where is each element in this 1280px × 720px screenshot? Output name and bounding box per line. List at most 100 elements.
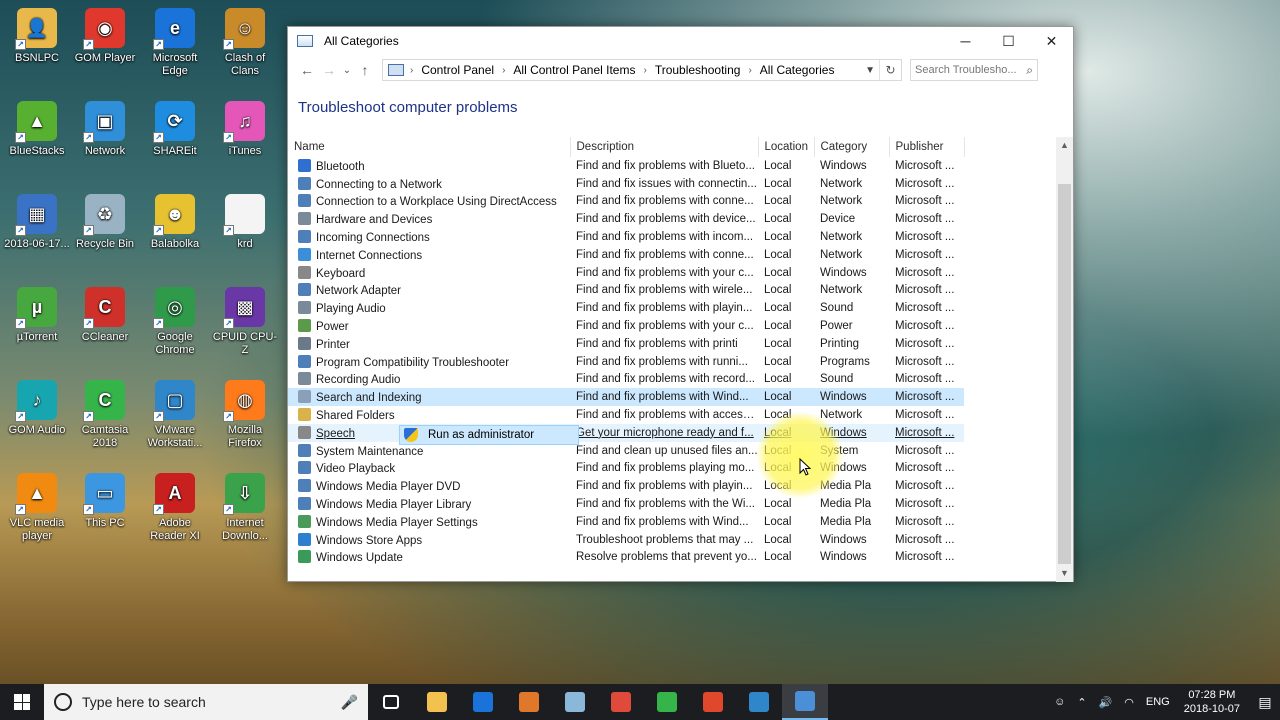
refresh-icon[interactable]: ↻	[879, 60, 901, 80]
desktop-icon[interactable]: ▦ ↗ 2018-06-17...	[2, 194, 72, 251]
chevron-up-icon[interactable]: ⌃	[1077, 696, 1086, 709]
language-indicator[interactable]: ENG	[1146, 696, 1170, 708]
table-row[interactable]: Hardware and Devices Find and fix problem…	[288, 210, 964, 228]
taskbar-app-pen-app[interactable]	[552, 684, 598, 720]
window-title: All Categories	[324, 34, 399, 48]
volume-icon[interactable]: 🔊	[1099, 696, 1113, 709]
column-header-location[interactable]: Location	[758, 137, 815, 157]
taskbar-app-vmware[interactable]	[736, 684, 782, 720]
taskbar-app-task-view[interactable]	[368, 684, 414, 720]
desktop-icon[interactable]: ◎ ↗ Google Chrome	[140, 287, 210, 357]
back-arrow-icon[interactable]: ←	[296, 62, 318, 78]
taskbar-app-edge[interactable]	[460, 684, 506, 720]
table-row[interactable]: Power Find and fix problems with your c..…	[288, 317, 964, 335]
run-as-administrator-menu-item[interactable]: Run as administrator	[399, 425, 579, 445]
people-icon[interactable]: ☺	[1054, 696, 1065, 708]
desktop-icon[interactable]: ⟳ ↗ SHAREit	[140, 101, 210, 158]
table-row[interactable]: Video Playback Find and fix problems play…	[288, 460, 964, 478]
desktop-icon[interactable]: C ↗ Camtasia 2018	[70, 380, 140, 450]
microphone-icon[interactable]: 🎤	[341, 694, 358, 711]
breadcrumb-control-panel[interactable]: Control Panel	[421, 63, 494, 77]
column-header-name[interactable]: Name	[288, 137, 571, 157]
table-row[interactable]: Connection to a Workplace Using DirectAc…	[288, 193, 964, 211]
desktop-icon[interactable]: ☺ ↗ Clash of Clans	[210, 8, 280, 78]
taskbar-app-camtasia-recorder[interactable]	[690, 684, 736, 720]
breadcrumb-troubleshooting[interactable]: Troubleshooting	[655, 63, 741, 77]
chevron-right-icon[interactable]: ›	[643, 65, 646, 76]
desktop-icon[interactable]: ▣ ↗ Network	[70, 101, 140, 158]
desktop-icon[interactable]: ▢ ↗ VMware Workstati...	[140, 380, 210, 450]
breadcrumb-all-items[interactable]: All Control Panel Items	[513, 63, 635, 77]
desktop-icon[interactable]: ▩ ↗ CPUID CPU-Z	[210, 287, 280, 357]
desktop-icon[interactable]: µ ↗ µTorrent	[2, 287, 72, 344]
column-header-description[interactable]: Description	[570, 137, 759, 157]
desktop-icon[interactable]: 👤 ↗ BSNLPC	[2, 8, 72, 65]
search-icon[interactable]: ⌕	[1026, 63, 1033, 78]
desktop-icon[interactable]: ♻ ↗ Recycle Bin	[70, 194, 140, 251]
chevron-down-icon[interactable]: ▼	[865, 65, 875, 76]
table-row[interactable]: Recording Audio Find and fix problems wit…	[288, 371, 964, 389]
table-row[interactable]: Search and Indexing Find and fix problems…	[288, 388, 964, 407]
table-row[interactable]: Windows Update Resolve problems that prev…	[288, 549, 964, 567]
title-bar[interactable]: All Categories ─ ☐ ✕	[288, 27, 1073, 55]
table-row[interactable]: Windows Media Player Settings Find and fi…	[288, 513, 964, 531]
taskbar-app-camtasia[interactable]	[644, 684, 690, 720]
address-field[interactable]: › Control Panel › All Control Panel Item…	[382, 59, 902, 81]
table-row[interactable]: Network Adapter Find and fix problems wit…	[288, 282, 964, 300]
table-row[interactable]: Printer Find and fix problems with printi…	[288, 335, 964, 353]
column-header-category[interactable]: Category	[814, 137, 890, 157]
desktop-icon[interactable]: ◉ ↗ GOM Player	[70, 8, 140, 65]
table-row[interactable]: Playing Audio Find and fix problems with …	[288, 299, 964, 317]
search-input[interactable]: Search Troublesho... ⌕	[910, 59, 1038, 81]
desktop-icon[interactable]: ♪ ↗ GOM Audio	[2, 380, 72, 437]
breadcrumb-all-categories[interactable]: All Categories	[760, 63, 835, 77]
desktop-icon[interactable]: ◍ ↗ Mozilla Firefox	[210, 380, 280, 450]
scroll-down-icon[interactable]: ▼	[1056, 565, 1073, 582]
minimize-button[interactable]: ─	[944, 27, 987, 55]
desktop-icon[interactable]: ▲ ↗ VLC media player	[2, 473, 72, 543]
forward-arrow-icon[interactable]: →	[318, 62, 340, 78]
table-row[interactable]: Internet Connections Find and fix problem…	[288, 246, 964, 264]
desktop-icon[interactable]: ↗ krd	[210, 194, 280, 251]
action-center-icon[interactable]: ▤	[1250, 694, 1280, 711]
table-row[interactable]: Incoming Connections Find and fix problem…	[288, 228, 964, 246]
maximize-button[interactable]: ☐	[987, 27, 1030, 55]
chevron-right-icon[interactable]: ›	[748, 65, 751, 76]
table-row[interactable]: Connecting to a Network Find and fix issu…	[288, 175, 964, 193]
recent-locations-chevron-icon[interactable]: ⌄	[340, 65, 354, 76]
chevron-right-icon[interactable]: ›	[502, 65, 505, 76]
desktop-icon[interactable]: A ↗ Adobe Reader XI	[140, 473, 210, 543]
start-button[interactable]	[0, 684, 44, 720]
clock[interactable]: 07:28 PM 2018-10-07	[1184, 688, 1240, 716]
table-row[interactable]: Bluetooth Find and fix problems with Blue…	[288, 157, 964, 175]
vertical-scrollbar[interactable]: ▲ ▼	[1056, 137, 1073, 582]
up-arrow-icon[interactable]: ↑	[354, 62, 376, 78]
table-row[interactable]: Program Compatibility Troubleshooter Find…	[288, 353, 964, 371]
table-row[interactable]: System Maintenance Find and clean up unus…	[288, 442, 964, 460]
table-row[interactable]: Windows Media Player DVD Find and fix pro…	[288, 477, 964, 495]
table-row[interactable]: Keyboard Find and fix problems with your …	[288, 264, 964, 282]
desktop-icon[interactable]: e ↗ Microsoft Edge	[140, 8, 210, 78]
table-row[interactable]: Windows Store Apps Troubleshoot problems …	[288, 531, 964, 549]
desktop-icon[interactable]: ▲ ↗ BlueStacks	[2, 101, 72, 158]
close-button[interactable]: ✕	[1030, 27, 1073, 55]
taskbar-app-chrome[interactable]	[598, 684, 644, 720]
chevron-right-icon[interactable]: ›	[410, 65, 413, 76]
table-row[interactable]: Shared Folders Find and fix problems with…	[288, 406, 964, 424]
desktop-icon[interactable]: ☻ ↗ Balabolka	[140, 194, 210, 251]
column-header-publisher[interactable]: Publisher	[889, 137, 965, 157]
desktop-icon[interactable]: C ↗ CCleaner	[70, 287, 140, 344]
desktop-icon[interactable]: ▭ ↗ This PC	[70, 473, 140, 530]
taskbar-search-box[interactable]: Type here to search 🎤	[44, 684, 368, 720]
desktop-icon[interactable]: ♫ ↗ iTunes	[210, 101, 280, 158]
shortcut-arrow-icon: ↗	[15, 504, 26, 515]
table-row[interactable]: Speech Get your microphone ready and f...…	[288, 423, 964, 442]
taskbar-app-media-player[interactable]	[506, 684, 552, 720]
scrollbar-thumb[interactable]	[1058, 184, 1071, 564]
desktop-icon[interactable]: ⇩ ↗ Internet Downlo...	[210, 473, 280, 543]
taskbar-app-file-explorer[interactable]	[414, 684, 460, 720]
scroll-up-icon[interactable]: ▲	[1056, 137, 1073, 154]
table-row[interactable]: Windows Media Player Library Find and fix…	[288, 495, 964, 513]
wifi-icon[interactable]: ◠	[1124, 696, 1134, 709]
taskbar-app-control-panel[interactable]	[782, 684, 828, 720]
